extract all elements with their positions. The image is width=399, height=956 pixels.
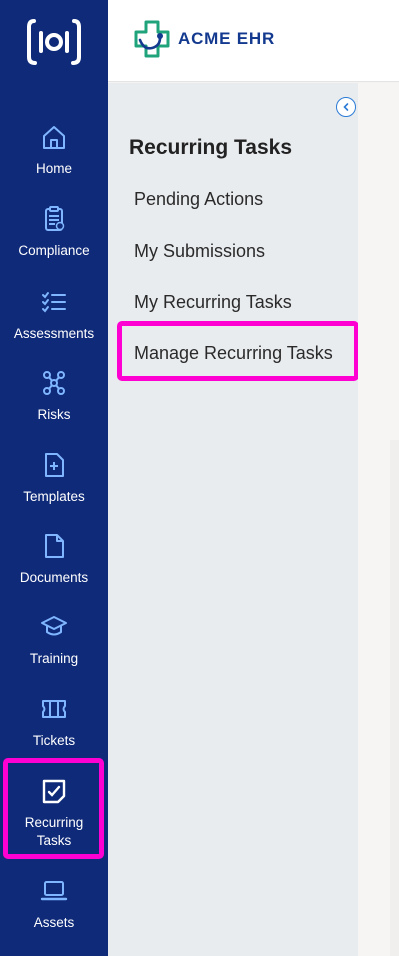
content-card	[390, 440, 399, 956]
rail-item-training[interactable]: Training	[0, 612, 108, 668]
brand-name: ACME EHR	[178, 29, 276, 48]
subnav-item-pending-actions[interactable]: Pending Actions	[134, 189, 263, 210]
tickets-icon	[42, 700, 66, 718]
subnav-title: Recurring Tasks	[129, 136, 293, 159]
rail-item-label: Documents	[19, 570, 89, 585]
rail-item-label: Assessments	[13, 326, 95, 341]
chevron-left-icon	[343, 103, 349, 111]
rail-item-label: Templates	[23, 489, 85, 504]
rail-item-label: Compliance	[18, 243, 90, 258]
brand-logo[interactable]: ACME EHR	[134, 20, 275, 58]
compliance-icon	[45, 206, 65, 231]
assets-icon	[40, 881, 68, 901]
app-logo-icon	[27, 19, 81, 65]
rail-item-label: Tickets	[32, 733, 76, 748]
rail-item-templates[interactable]: Templates	[0, 450, 108, 506]
rail-item-label: Risks	[37, 407, 71, 422]
assessments-icon	[42, 292, 66, 313]
rail-item-risks[interactable]: Risks	[0, 368, 108, 424]
collapse-sidebar-button[interactable]	[336, 97, 356, 117]
subnav-item-my-recurring-tasks[interactable]: My Recurring Tasks	[134, 292, 292, 313]
rail-item-assessments[interactable]: Assessments	[0, 287, 108, 343]
rail-item-assets[interactable]: Assets	[0, 876, 108, 932]
documents-icon	[45, 534, 64, 558]
selection-highlight	[3, 758, 104, 859]
rail-item-home[interactable]: Home	[0, 122, 108, 178]
rail-item-compliance[interactable]: Compliance	[0, 204, 108, 260]
subnav-item-my-submissions[interactable]: My Submissions	[134, 241, 265, 262]
selection-highlight	[117, 321, 359, 381]
risks-icon	[43, 371, 65, 395]
rail-item-label: Training	[29, 651, 79, 666]
rail-item-label: Assets	[33, 915, 75, 930]
rail-item-label: Home	[35, 161, 72, 176]
rail-item-tickets[interactable]: Tickets	[0, 694, 108, 750]
medical-cross-icon	[134, 20, 170, 58]
rail-item-documents[interactable]: Documents	[0, 531, 108, 587]
subnav-panel: Recurring Tasks Pending Actions My Submi…	[108, 83, 358, 956]
templates-icon	[45, 453, 64, 477]
training-icon	[41, 616, 67, 636]
app-logo[interactable]	[0, 0, 108, 84]
top-header: ACME EHR	[108, 0, 399, 82]
home-icon	[43, 126, 65, 149]
